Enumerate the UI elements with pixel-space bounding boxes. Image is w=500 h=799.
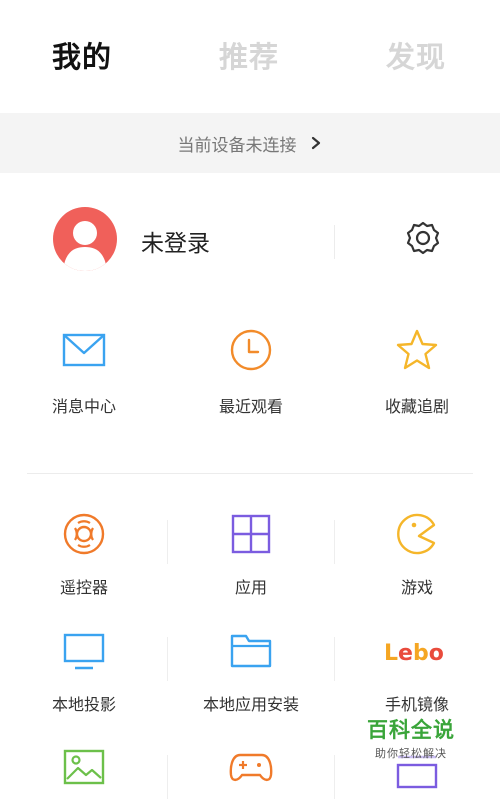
remote-control-icon (63, 513, 105, 555)
remote-control-label: 遥控器 (59, 578, 108, 597)
clock-icon (230, 329, 272, 371)
top-tab-bar: 我的 推荐 发现 (0, 0, 500, 112)
grid-divider (334, 755, 335, 799)
tab-mine[interactable]: 我的 (52, 34, 112, 76)
profile-divider (334, 225, 335, 259)
baike-watermark: 百科全说 助你轻松解决 (356, 714, 466, 761)
image-icon (63, 749, 105, 785)
pacman-icon (397, 513, 436, 555)
apps-label: 应用 (234, 578, 267, 597)
grid-divider (167, 755, 168, 799)
apps-grid-icon (231, 514, 271, 554)
screen-mirror-label: 手机镜像 (384, 695, 449, 714)
message-center-label: 消息中心 (51, 397, 116, 416)
device-status-text: 当前设备未连接 (177, 135, 297, 156)
tab-discover[interactable]: 发现 (386, 34, 446, 76)
recent-watch-entry[interactable]: 最近观看 (181, 327, 321, 417)
grid-divider (334, 520, 335, 564)
recent-watch-label: 最近观看 (218, 397, 283, 416)
lebo-logo: Lebo (384, 641, 444, 666)
avatar-silhouette-icon (63, 221, 107, 271)
gamepad-icon (229, 753, 273, 782)
folder-icon (230, 634, 272, 668)
game-controller-tile[interactable] (176, 745, 326, 791)
local-projection-label: 本地投影 (51, 695, 116, 714)
remote-control-tile[interactable]: 遥控器 (9, 511, 159, 598)
photos-tile[interactable] (9, 745, 159, 791)
games-label: 游戏 (400, 578, 433, 597)
envelope-icon (62, 333, 106, 367)
favorites-entry[interactable]: 收藏追剧 (347, 327, 487, 417)
grid-divider (167, 520, 168, 564)
chevron-right-icon (311, 136, 320, 150)
watermark-title: 百科全说 (367, 718, 455, 742)
apps-tile[interactable]: 应用 (176, 511, 326, 598)
local-projection-tile[interactable]: 本地投影 (9, 628, 159, 715)
local-app-install-label: 本地应用安装 (202, 695, 299, 714)
user-avatar-icon[interactable] (53, 207, 117, 271)
monitor-icon (63, 633, 105, 670)
gear-icon[interactable] (404, 219, 442, 257)
screen-mirror-tile[interactable]: Lebo 手机镜像 (342, 628, 492, 715)
grid-divider (167, 637, 168, 681)
device-connection-banner[interactable]: 当前设备未连接 (0, 113, 500, 173)
section-divider (27, 473, 473, 474)
svg-text:Lebo: Lebo (384, 641, 444, 666)
games-tile[interactable]: 游戏 (342, 511, 492, 598)
grid-divider (334, 637, 335, 681)
watermark-subtitle: 助你轻松解决 (375, 747, 447, 760)
favorites-label: 收藏追剧 (384, 397, 449, 416)
local-app-install-tile[interactable]: 本地应用安装 (176, 628, 326, 715)
login-status-label[interactable]: 未登录 (141, 224, 210, 258)
tab-recommend[interactable]: 推荐 (219, 34, 279, 76)
message-center-entry[interactable]: 消息中心 (14, 327, 154, 417)
star-icon (396, 329, 438, 370)
